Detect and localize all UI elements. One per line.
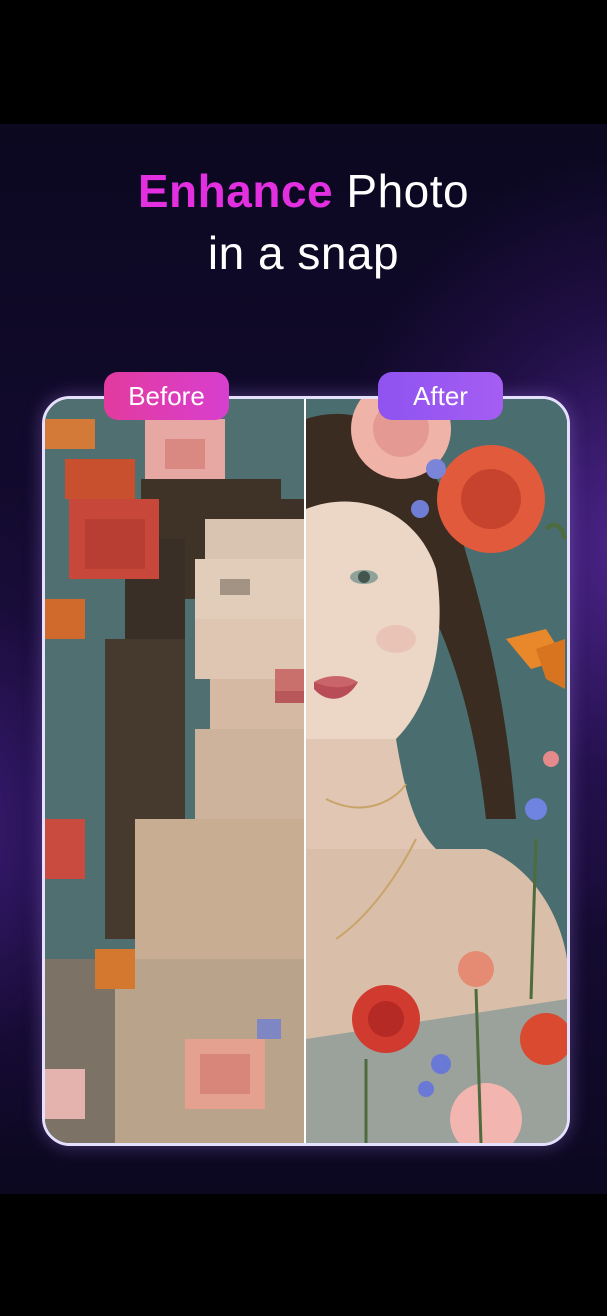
app-screen: Enhance Photo in a snap Before After	[0, 0, 607, 1316]
before-portrait-illustration	[45, 399, 304, 1143]
before-image	[45, 399, 304, 1143]
after-portrait-illustration	[306, 399, 567, 1143]
promo-card: Enhance Photo in a snap Before After	[0, 124, 607, 1194]
after-label: After	[378, 372, 503, 420]
before-label: Before	[104, 372, 229, 420]
headline: Enhance Photo in a snap	[0, 160, 607, 284]
headline-line-1-rest: Photo	[333, 165, 470, 217]
comparison-divider-handle[interactable]	[304, 399, 306, 1143]
after-image	[306, 399, 567, 1143]
before-after-comparison[interactable]	[42, 396, 570, 1146]
headline-line-2: in a snap	[207, 227, 400, 279]
headline-line-1: Enhance Photo	[0, 160, 607, 222]
headline-accent-word: Enhance	[137, 165, 334, 217]
